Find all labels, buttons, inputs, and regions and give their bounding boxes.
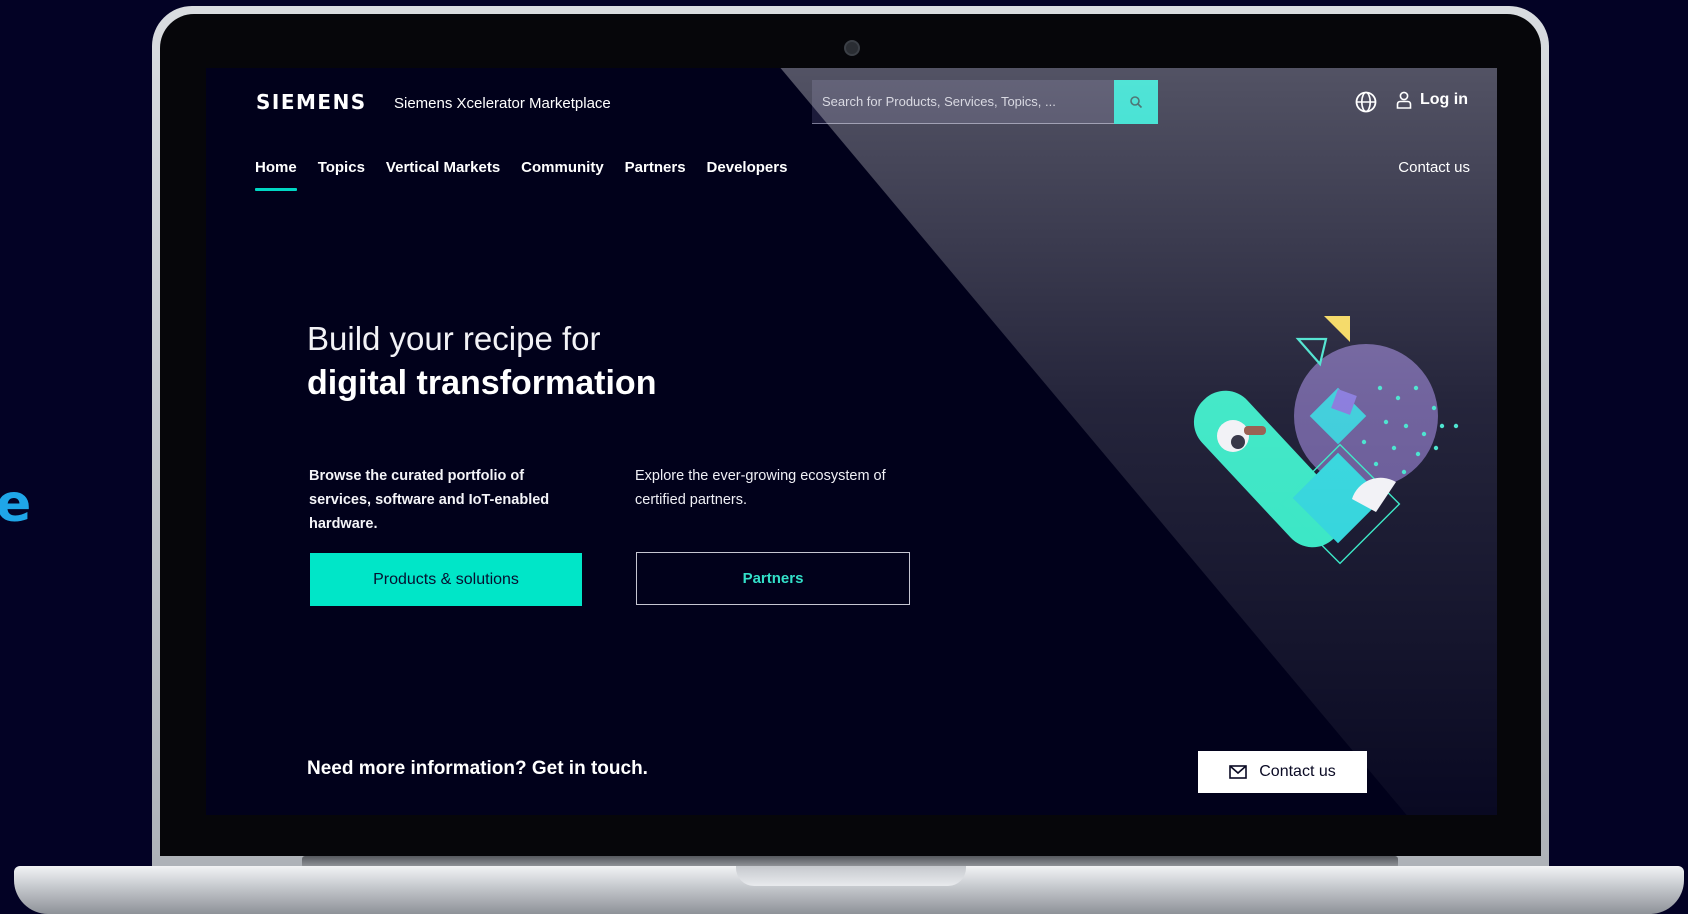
login-button[interactable]: Log in xyxy=(1396,91,1468,109)
user-icon xyxy=(1396,91,1412,109)
page-edge-letter: e xyxy=(0,474,32,534)
nav-item-home[interactable]: Home xyxy=(255,159,297,191)
search-icon xyxy=(1130,96,1143,109)
nav-item-community[interactable]: Community xyxy=(521,159,604,176)
hero-illustration xyxy=(1193,316,1459,565)
hero-heading-line2: digital transformation xyxy=(307,364,657,402)
search-box xyxy=(812,80,1122,124)
hero-heading-line1: Build your recipe for xyxy=(307,320,601,357)
camera-icon xyxy=(844,40,860,56)
get-in-touch-text: Need more information? Get in touch. xyxy=(307,758,648,779)
search-button[interactable] xyxy=(1114,80,1158,124)
products-description: Browse the curated portfolio of services… xyxy=(309,468,550,532)
mail-icon xyxy=(1229,765,1248,779)
search-input[interactable] xyxy=(812,80,1122,122)
siemens-logo[interactable]: SIEMENS xyxy=(256,90,367,114)
nav-contact-link[interactable]: Contact us xyxy=(1398,159,1470,176)
contact-us-button[interactable]: Contact us xyxy=(1198,751,1367,793)
laptop-screen: SIEMENS Siemens Xcelerator Marketplace L… xyxy=(206,68,1497,815)
marketplace-name[interactable]: Siemens Xcelerator Marketplace xyxy=(394,95,611,112)
nav-item-developers[interactable]: Developers xyxy=(707,159,788,176)
partners-button[interactable]: Partners xyxy=(636,552,910,605)
login-label: Log in xyxy=(1420,91,1468,108)
nav-item-topics[interactable]: Topics xyxy=(318,159,365,176)
nav-item-vertical-markets[interactable]: Vertical Markets xyxy=(386,159,500,176)
nav-item-partners[interactable]: Partners xyxy=(625,159,686,176)
globe-icon[interactable] xyxy=(1354,90,1378,114)
main-nav: Home Topics Vertical Markets Community P… xyxy=(255,159,788,191)
partners-description: Explore the ever-growing ecosystem of ce… xyxy=(635,468,886,508)
products-solutions-button[interactable]: Products & solutions xyxy=(310,553,582,606)
contact-us-label: Contact us xyxy=(1259,763,1336,780)
laptop-notch xyxy=(736,866,966,886)
